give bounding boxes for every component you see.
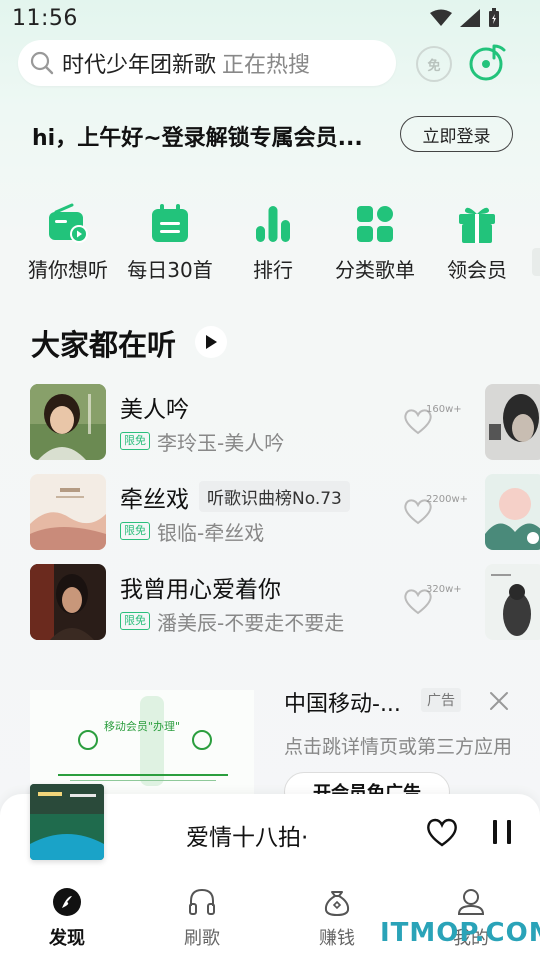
watermark-logo: ITMOP.COM (380, 918, 540, 948)
gift-icon (459, 207, 495, 243)
greeting-text: hi，上午好~登录解锁专属会员... (32, 126, 363, 151)
wifi-icon (430, 9, 452, 26)
song-cover (30, 474, 106, 550)
next-card-cover[interactable] (485, 384, 540, 460)
pause-icon[interactable] (490, 818, 514, 846)
song-row[interactable]: 牵丝戏 听歌识曲榜No.73 限免 银临-牵丝戏 2200w+ (30, 474, 470, 550)
status-icons (430, 8, 500, 28)
chart-bars-icon (256, 206, 290, 242)
nav-ranking[interactable]: 排行 (223, 202, 323, 283)
song-title: 我曾用心爱着你 (120, 577, 281, 603)
battery-icon (489, 8, 499, 27)
grid-icon (357, 206, 393, 242)
login-button[interactable]: 立即登录 (400, 116, 513, 152)
ad-image-text: 移动会员"办理" (103, 720, 181, 733)
free-badge: 限免 (120, 522, 150, 540)
status-time: 11:56 (12, 6, 78, 31)
nav-label: 猜你想听 (28, 258, 108, 282)
discover-icon (53, 888, 81, 916)
tab-label: 刷歌 (184, 928, 220, 949)
tab-discover[interactable]: 发现 (22, 886, 112, 950)
headphones-icon (189, 888, 215, 915)
next-card-cover[interactable] (485, 474, 540, 550)
player-song-title: 爱情十八拍· (186, 825, 309, 851)
heart-icon[interactable] (425, 816, 459, 848)
free-badge: 限免 (120, 432, 150, 450)
nav-overflow-hint (532, 248, 540, 276)
ad-description: 点击跳详情页或第三方应用 (284, 736, 513, 758)
song-row[interactable]: 美人吟 限免 李玲玉-美人吟 160w+ (30, 384, 470, 460)
like-count: 2200w+ (426, 494, 469, 505)
nav-label: 领会员 (447, 258, 507, 282)
song-row[interactable]: 我曾用心爱着你 限免 潘美辰-不要走不要走 320w+ (30, 564, 470, 640)
user-icon (457, 889, 485, 915)
tab-label: 赚钱 (319, 928, 355, 949)
song-artist: 银临-牵丝戏 (157, 521, 265, 545)
ad-title[interactable]: 中国移动-... (284, 686, 401, 718)
tab-earn-money[interactable]: 赚钱 (292, 886, 382, 950)
song-title: 牵丝戏 听歌识曲榜No.73 (120, 480, 350, 514)
song-title: 美人吟 (120, 397, 189, 423)
play-icon (206, 335, 217, 349)
song-artist: 李玲玉-美人吟 (157, 431, 285, 455)
search-hint: 正在热搜 (222, 53, 311, 78)
song-cover (30, 564, 106, 640)
nav-daily-30[interactable]: 每日30首 (120, 202, 220, 283)
song-artist: 潘美辰-不要走不要走 (157, 611, 345, 635)
section-play-button[interactable] (195, 326, 227, 358)
signal-icon (460, 9, 480, 27)
calendar-icon (152, 204, 188, 242)
tab-swipe-songs[interactable]: 刷歌 (157, 886, 247, 950)
free-mode-button[interactable]: 免 (416, 46, 452, 82)
like-count: 320w+ (426, 584, 462, 595)
free-badge: 限免 (120, 612, 150, 630)
music-disc-icon[interactable] (468, 42, 508, 82)
nav-label: 排行 (253, 258, 293, 282)
nav-label: 每日30首 (127, 258, 213, 282)
like-count: 160w+ (426, 404, 462, 415)
player-cover[interactable] (30, 784, 104, 860)
section-title: 大家都在听 (31, 328, 177, 362)
next-card-cover[interactable] (485, 564, 540, 640)
search-query: 时代少年团新歌 正在热搜 (62, 53, 311, 78)
ad-badge: 广告 (421, 688, 461, 712)
nav-guess-you-like[interactable]: 猜你想听 (18, 202, 118, 283)
close-icon[interactable] (488, 690, 510, 712)
song-cover (30, 384, 106, 460)
radio-icon (49, 203, 88, 243)
nav-label: 分类歌单 (335, 258, 415, 282)
rank-tag: 听歌识曲榜No.73 (199, 481, 350, 512)
money-bag-icon (324, 891, 350, 917)
tab-label: 发现 (49, 928, 85, 949)
nav-playlists[interactable]: 分类歌单 (325, 202, 425, 283)
nav-get-vip[interactable]: 领会员 (427, 202, 527, 283)
search-icon (30, 51, 54, 75)
search-bar[interactable]: 时代少年团新歌 正在热搜 (18, 40, 396, 86)
